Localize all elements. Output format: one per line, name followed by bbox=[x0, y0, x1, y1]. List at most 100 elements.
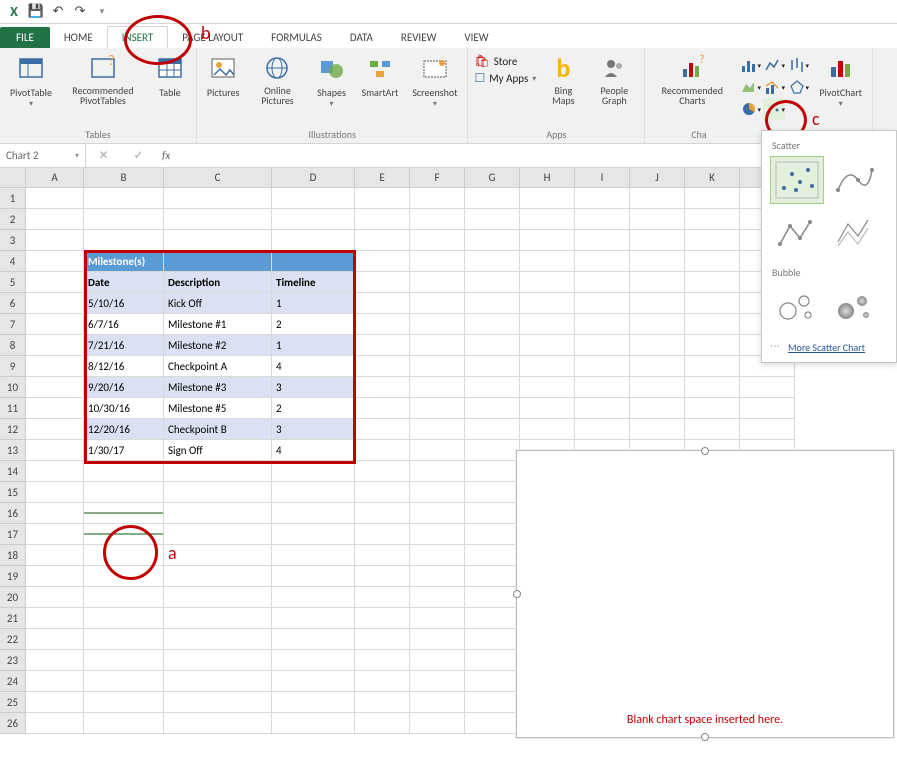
cell[interactable] bbox=[410, 482, 465, 503]
tab-file[interactable]: FILE bbox=[0, 27, 50, 48]
cell[interactable] bbox=[410, 419, 465, 440]
cell[interactable] bbox=[164, 608, 272, 629]
cell[interactable] bbox=[465, 209, 520, 230]
tab-review[interactable]: REVIEW bbox=[387, 27, 451, 48]
cell[interactable] bbox=[84, 608, 164, 629]
scatter-straight-lines-option[interactable] bbox=[828, 210, 882, 258]
cell[interactable] bbox=[410, 356, 465, 377]
cell[interactable]: 1 bbox=[272, 335, 355, 356]
cell[interactable] bbox=[410, 377, 465, 398]
cell[interactable] bbox=[410, 692, 465, 713]
cell[interactable]: 10/30/16 bbox=[84, 398, 164, 419]
cell[interactable] bbox=[26, 419, 84, 440]
combo-chart-button[interactable]: ▾ bbox=[763, 76, 785, 98]
cell[interactable] bbox=[355, 545, 410, 566]
cell[interactable] bbox=[355, 587, 410, 608]
cell[interactable] bbox=[410, 629, 465, 650]
cell[interactable] bbox=[26, 251, 84, 272]
cell[interactable] bbox=[410, 503, 465, 524]
cell[interactable]: 1/30/17 bbox=[84, 440, 164, 461]
cell[interactable] bbox=[164, 524, 272, 545]
cell[interactable] bbox=[575, 251, 630, 272]
cell[interactable] bbox=[26, 482, 84, 503]
peoplegraph-button[interactable]: People Graph bbox=[590, 50, 638, 108]
column-header[interactable]: F bbox=[410, 168, 465, 188]
cell[interactable] bbox=[575, 419, 630, 440]
fx-icon[interactable]: fx bbox=[156, 149, 176, 162]
cell[interactable] bbox=[272, 608, 355, 629]
cell[interactable] bbox=[465, 230, 520, 251]
cell[interactable] bbox=[740, 398, 795, 419]
cell[interactable] bbox=[272, 461, 355, 482]
cell[interactable] bbox=[26, 461, 84, 482]
cell[interactable] bbox=[272, 482, 355, 503]
row-header[interactable]: 10 bbox=[0, 377, 26, 398]
cell[interactable]: 3 bbox=[272, 377, 355, 398]
cell[interactable] bbox=[520, 230, 575, 251]
row-header[interactable]: 12 bbox=[0, 419, 26, 440]
cell[interactable] bbox=[355, 503, 410, 524]
cell[interactable] bbox=[465, 314, 520, 335]
row-header[interactable]: 2 bbox=[0, 209, 26, 230]
cell[interactable] bbox=[355, 440, 410, 461]
cell[interactable] bbox=[272, 524, 355, 545]
cell[interactable] bbox=[272, 713, 355, 734]
cell[interactable] bbox=[630, 398, 685, 419]
cell[interactable] bbox=[465, 272, 520, 293]
column-header[interactable]: E bbox=[355, 168, 410, 188]
cell[interactable] bbox=[630, 356, 685, 377]
cell[interactable] bbox=[26, 209, 84, 230]
cell[interactable] bbox=[84, 650, 164, 671]
cell[interactable] bbox=[685, 251, 740, 272]
column-header[interactable]: C bbox=[164, 168, 272, 188]
row-header[interactable]: 8 bbox=[0, 335, 26, 356]
cell[interactable] bbox=[26, 377, 84, 398]
cell[interactable] bbox=[84, 503, 164, 524]
screenshot-button[interactable]: Screenshot ▾ bbox=[408, 50, 461, 111]
cell[interactable] bbox=[410, 293, 465, 314]
cell[interactable] bbox=[272, 587, 355, 608]
cell[interactable] bbox=[164, 545, 272, 566]
cell[interactable] bbox=[575, 230, 630, 251]
cell[interactable] bbox=[465, 650, 520, 671]
cell[interactable]: 4 bbox=[272, 356, 355, 377]
cell[interactable]: 7/21/16 bbox=[84, 335, 164, 356]
cell[interactable] bbox=[26, 692, 84, 713]
cell[interactable]: 9/20/16 bbox=[84, 377, 164, 398]
tab-view[interactable]: VIEW bbox=[450, 27, 502, 48]
row-header[interactable]: 19 bbox=[0, 566, 26, 587]
row-header[interactable]: 13 bbox=[0, 440, 26, 461]
cell[interactable] bbox=[630, 230, 685, 251]
column-header[interactable]: A bbox=[26, 168, 84, 188]
cell[interactable] bbox=[26, 671, 84, 692]
cell[interactable] bbox=[355, 230, 410, 251]
cell[interactable] bbox=[465, 188, 520, 209]
row-header[interactable]: 1 bbox=[0, 188, 26, 209]
cell[interactable] bbox=[355, 377, 410, 398]
cell[interactable] bbox=[465, 440, 520, 461]
cell[interactable] bbox=[84, 692, 164, 713]
cell[interactable]: Description bbox=[164, 272, 272, 293]
row-header[interactable]: 3 bbox=[0, 230, 26, 251]
cell[interactable] bbox=[410, 650, 465, 671]
column-header[interactable]: D bbox=[272, 168, 355, 188]
cell[interactable] bbox=[520, 377, 575, 398]
cell[interactable] bbox=[685, 356, 740, 377]
cell[interactable] bbox=[164, 566, 272, 587]
cell[interactable] bbox=[26, 335, 84, 356]
row-header[interactable]: 24 bbox=[0, 671, 26, 692]
cell[interactable] bbox=[164, 482, 272, 503]
cell[interactable] bbox=[575, 335, 630, 356]
row-header[interactable]: 16 bbox=[0, 503, 26, 524]
cell[interactable]: Milestone #1 bbox=[164, 314, 272, 335]
cell[interactable] bbox=[84, 482, 164, 503]
cell[interactable] bbox=[575, 377, 630, 398]
cell[interactable]: Checkpoint A bbox=[164, 356, 272, 377]
cell[interactable]: Milestone(s) bbox=[84, 251, 164, 272]
cell[interactable] bbox=[465, 524, 520, 545]
cell[interactable] bbox=[575, 188, 630, 209]
cell[interactable] bbox=[164, 650, 272, 671]
cell[interactable] bbox=[164, 692, 272, 713]
cell[interactable] bbox=[164, 671, 272, 692]
cell[interactable] bbox=[164, 251, 272, 272]
